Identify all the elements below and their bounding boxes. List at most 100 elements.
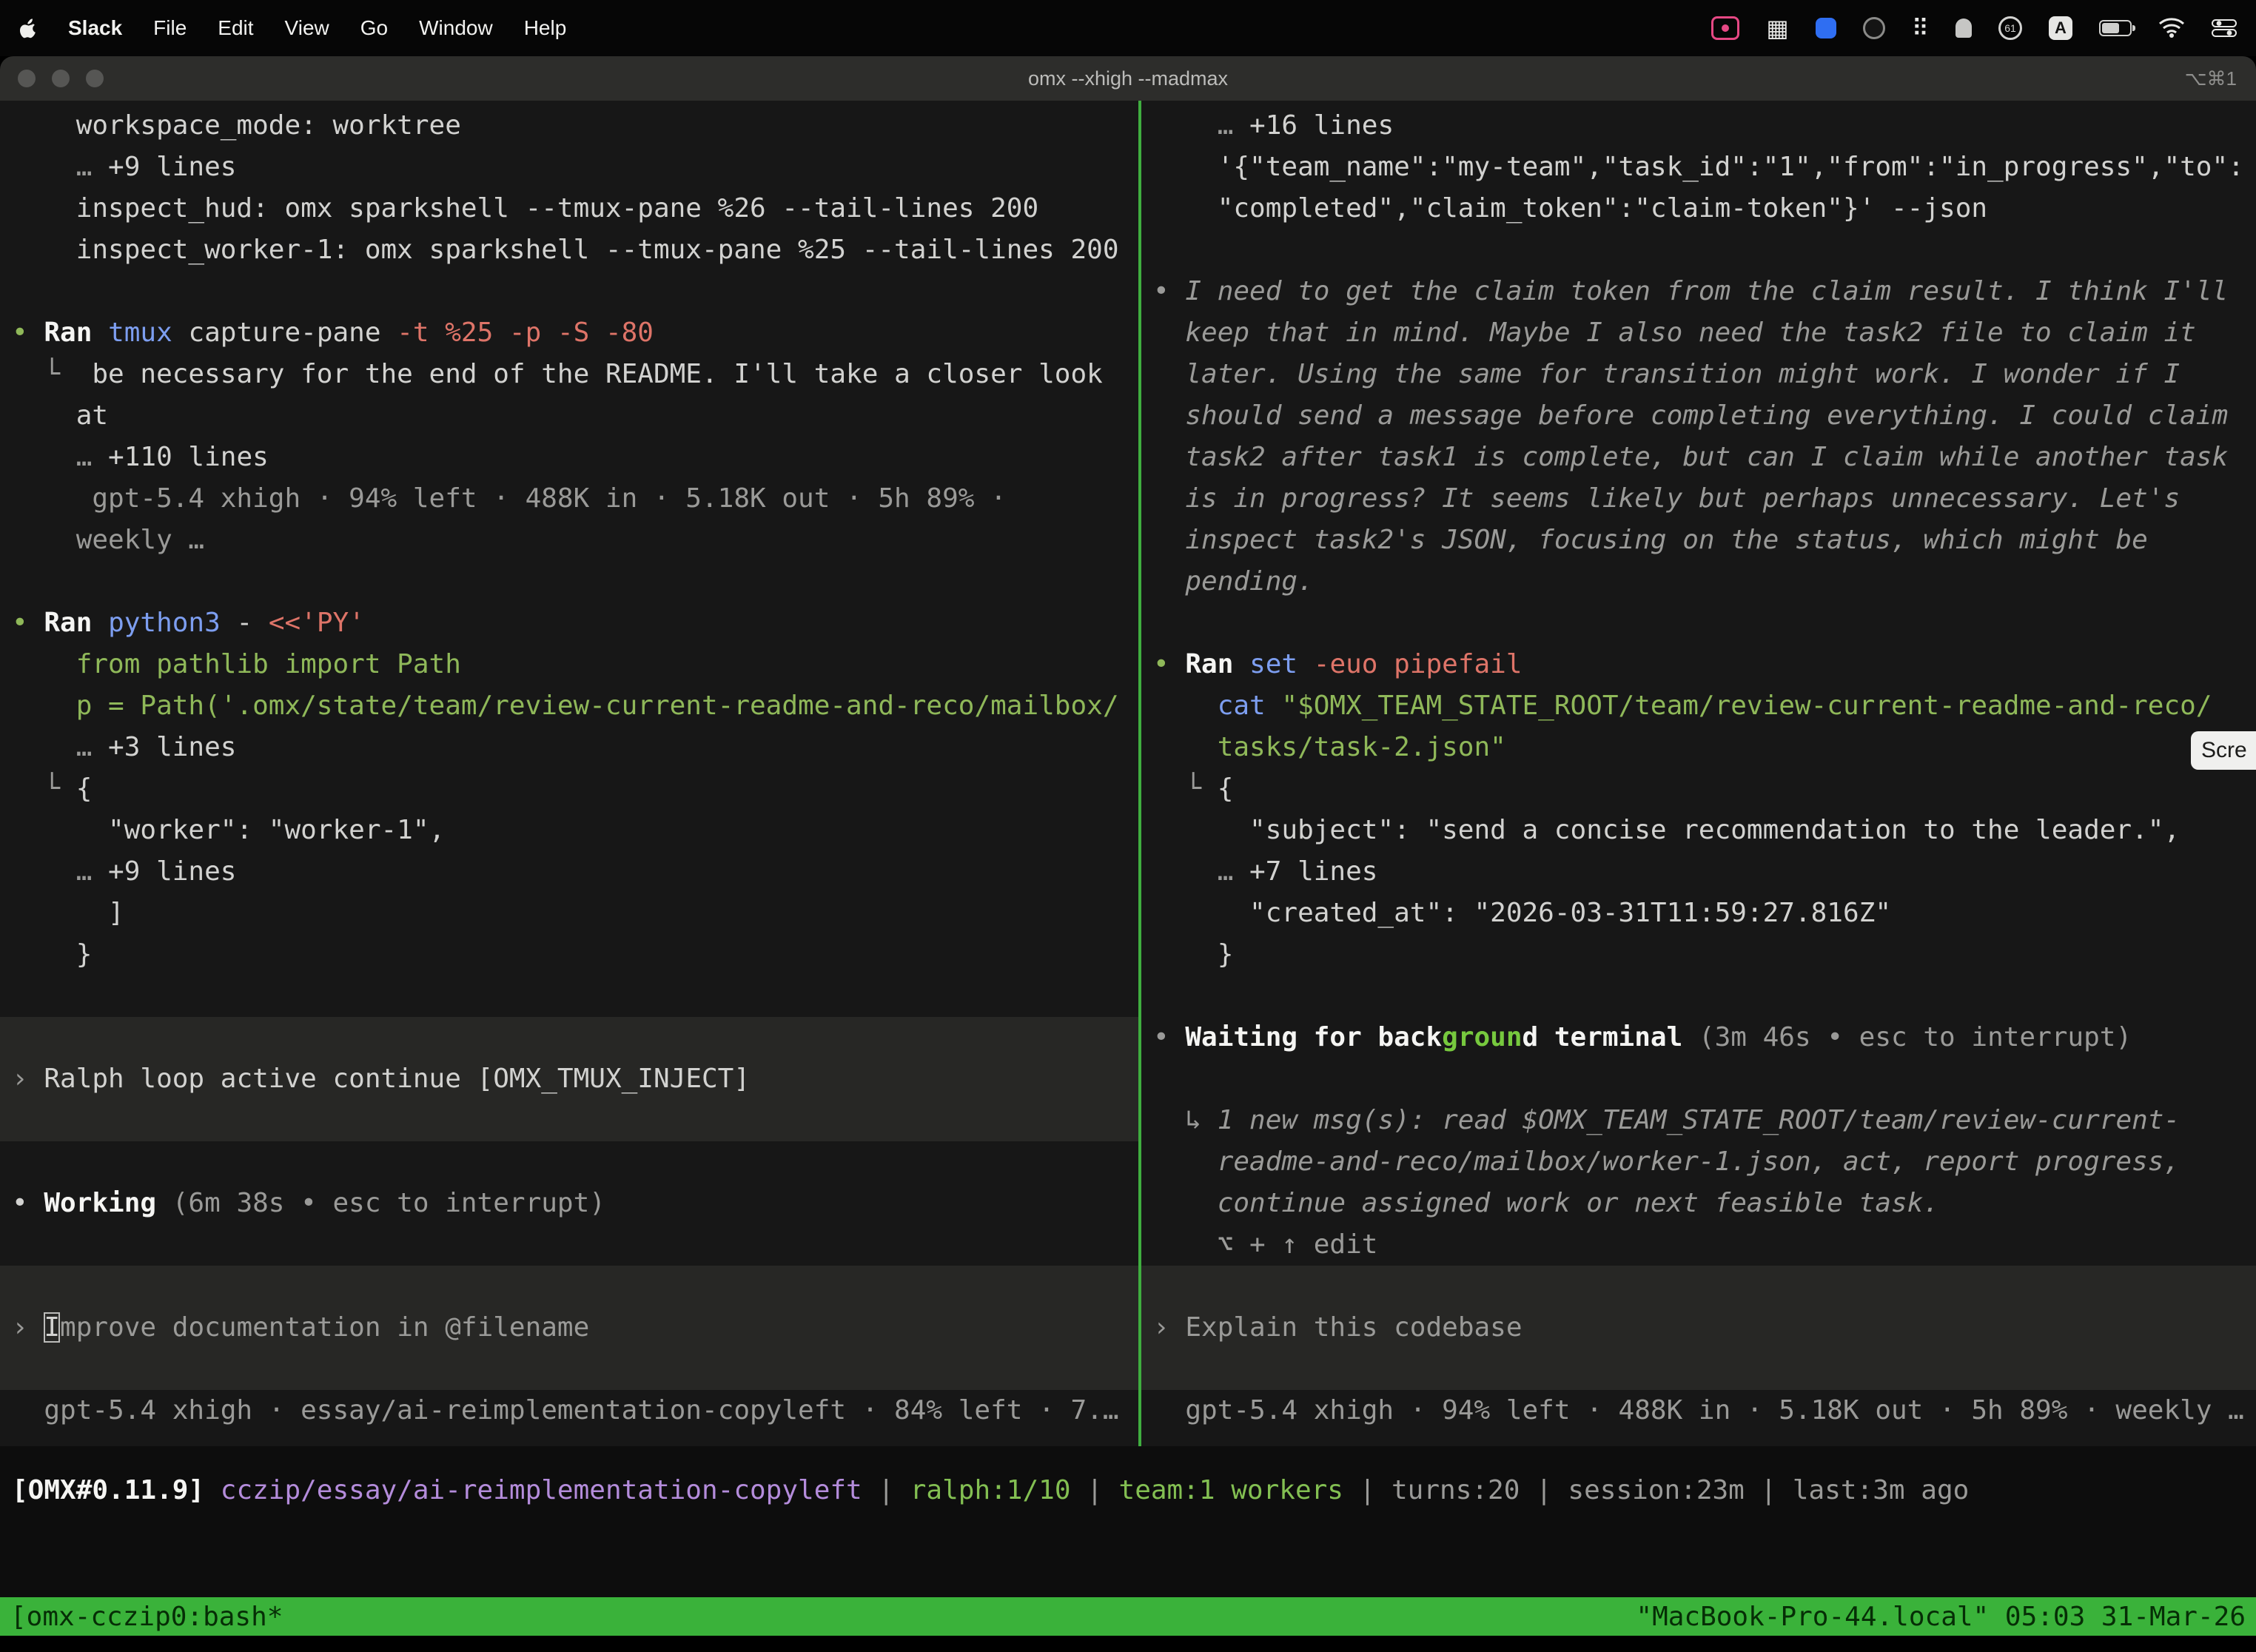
control-center-icon[interactable] <box>2212 19 2237 38</box>
text-segment: workspace_mode: worktree <box>12 110 461 141</box>
apple-menu-icon[interactable] <box>19 18 37 38</box>
terminal-line: } <box>12 934 1138 976</box>
close-button[interactable] <box>18 70 36 87</box>
text-segment: d terminal <box>1523 1022 1699 1052</box>
text-segment: cat <box>1153 691 1281 721</box>
text-segment: { <box>1218 773 1234 804</box>
text-segment: inspect_hud: omx sparkshell --tmux-pane … <box>12 193 1038 224</box>
dots-grid-icon[interactable]: ⠿ <box>1912 16 1929 40</box>
terminal-line: '{"team_name":"my-team","task_id":"1","f… <box>1153 147 2256 188</box>
terminal-line: • Working (6m 38s • esc to interrupt) <box>12 1183 1138 1224</box>
left-terminal-pane[interactable]: workspace_mode: worktree … +9 lines insp… <box>0 101 1138 1446</box>
terminal-line: ↳ 1 new msg(s): read $OMX_TEAM_STATE_ROO… <box>1153 1100 2256 1141</box>
menu-item-help[interactable]: Help <box>524 16 567 40</box>
text-segment: is in progress? It seems likely but perh… <box>1153 483 2180 514</box>
terminal-line: • Waiting for background terminal (3m 46… <box>1153 1017 2256 1058</box>
terminal-line <box>12 1141 1138 1183</box>
terminal-line: • Ran python3 - <<'PY' <box>12 602 1138 644</box>
text-segment: '{"team_name":"my-team","task_id":"1","f… <box>1153 152 2244 182</box>
active-app-name[interactable]: Slack <box>68 16 122 40</box>
battery-icon[interactable] <box>2099 20 2132 36</box>
terminal-line: "subject": "send a concise recommendatio… <box>1153 810 2256 851</box>
circular-gauge-icon[interactable]: 61 <box>1998 16 2022 40</box>
terminal-line: tasks/task-2.json" <box>1153 727 2256 768</box>
screen-recording-indicator-icon[interactable] <box>1711 16 1739 40</box>
text-segment: Ralph loop active continue [OMX_TMUX_INJ… <box>44 1064 750 1094</box>
tmux-host-clock-label: "MacBook-Pro-44.local" 05:03 31-Mar-26 <box>1636 1602 2246 1632</box>
text-segment: • <box>1153 649 1185 679</box>
terminal-line: gpt-5.4 xhigh · 94% left · 488K in · 5.1… <box>1153 1390 2256 1431</box>
prompt-band[interactable]: › Improve documentation in @filename <box>0 1266 1138 1390</box>
terminal-line: workspace_mode: worktree <box>12 105 1138 147</box>
terminal-line: "created_at": "2026-03-31T11:59:27.816Z" <box>1153 893 2256 934</box>
text-segment: gpt-5.4 xhigh · 94% left · 488K in · 5.1… <box>1153 1395 2244 1426</box>
text-segment: -euo pipefail <box>1314 649 1523 679</box>
text-segment: mprove documentation in @filename <box>60 1312 589 1343</box>
text-segment: └ <box>1153 773 1218 804</box>
screen-share-popup[interactable]: Scre <box>2191 731 2256 770</box>
menu-item-go[interactable]: Go <box>360 16 388 40</box>
zoom-button[interactable] <box>86 70 104 87</box>
text-segment: ] <box>12 898 124 928</box>
macos-menu-bar: Slack File Edit View Go Window Help ▦ ⠿ … <box>0 0 2256 56</box>
raycast-icon[interactable] <box>1816 18 1836 38</box>
terminal-line: from pathlib import Path <box>12 644 1138 685</box>
tmux-session-label: [omx-cczip0:bash* <box>10 1602 283 1632</box>
terminal-line: • Ran tmux capture-pane -t %25 -p -S -80 <box>12 312 1138 354</box>
terminal-line: gpt-5.4 xhigh · essay/ai-reimplementatio… <box>12 1390 1138 1431</box>
input-source-icon[interactable]: A <box>2049 16 2072 40</box>
terminal-line: is in progress? It seems likely but perh… <box>1153 478 2256 520</box>
text-segment: keep that in mind. Maybe I also need the… <box>1153 318 2196 348</box>
terminal-line: "worker": "worker-1", <box>12 810 1138 851</box>
wifi-icon[interactable] <box>2158 18 2185 38</box>
text-segment: inspect task2's JSON, focusing on the st… <box>1153 525 2148 555</box>
text-segment: Ran <box>44 318 108 348</box>
terminal-line: … +7 lines <box>1153 851 2256 893</box>
terminal-line: … +3 lines <box>12 727 1138 768</box>
text-segment: - <box>236 608 268 638</box>
text-segment: • <box>1153 276 1185 306</box>
terminal-line: [OMX#0.11.9] cczip/essay/ai-reimplementa… <box>12 1470 2256 1511</box>
text-segment: ralph:1/10 <box>910 1475 1071 1505</box>
text-segment: "subject": "send a concise recommendatio… <box>1153 815 2180 845</box>
minimize-button[interactable] <box>52 70 70 87</box>
text-segment: | <box>1520 1475 1568 1505</box>
terminal-line: "completed","claim_token":"claim-token"}… <box>1153 188 2256 229</box>
terminal-line: p = Path('.omx/state/team/review-current… <box>12 685 1138 727</box>
text-segment: I need to get the claim token from the c… <box>1185 276 2228 306</box>
text-segment: } <box>1153 939 1233 970</box>
terminal-line <box>12 1224 1138 1266</box>
text-segment: … <box>12 856 108 887</box>
text-segment: python3 <box>108 608 236 638</box>
menu-item-window[interactable]: Window <box>419 16 493 40</box>
text-segment: later. Using the same for transition mig… <box>1153 359 2180 389</box>
prompt-band[interactable]: › Ralph loop active continue [OMX_TMUX_I… <box>0 1017 1138 1141</box>
text-segment: +9 lines <box>108 856 236 887</box>
menu-item-view[interactable]: View <box>285 16 329 40</box>
window-title-bar[interactable]: omx --xhigh --madmax ⌥⌘1 <box>0 56 2256 101</box>
text-segment: | <box>1343 1475 1391 1505</box>
text-segment: Waiting for back <box>1185 1022 1442 1052</box>
text-segment: inspect_worker-1: omx sparkshell --tmux-… <box>12 235 1119 265</box>
terminal-line <box>1153 602 2256 644</box>
text-segment: | <box>1745 1475 1793 1505</box>
text-segment: cczip/essay/ai-reimplementation-copyleft <box>221 1475 862 1505</box>
prompt-band[interactable]: › Explain this codebase <box>1141 1266 2256 1390</box>
window-controls <box>18 56 104 101</box>
text-segment: … <box>1153 110 1249 141</box>
terminal-line: › Explain this codebase <box>1153 1307 2256 1349</box>
terminal-line: └ be necessary for the end of the README… <box>12 354 1138 395</box>
terminal-line: continue assigned work or next feasible … <box>1153 1183 2256 1224</box>
terminal-line: later. Using the same for transition mig… <box>1153 354 2256 395</box>
window-tiles-icon[interactable]: ▦ <box>1766 16 1788 40</box>
menu-item-edit[interactable]: Edit <box>218 16 253 40</box>
terminal-line: • Ran set -euo pipefail <box>1153 644 2256 685</box>
ghost-app-icon[interactable] <box>1955 19 1972 38</box>
text-segment: <<'PY' <box>269 608 365 638</box>
dark-app-circle-icon[interactable] <box>1863 17 1885 39</box>
terminal-line: at <box>12 395 1138 437</box>
terminal-line: gpt-5.4 xhigh · 94% left · 488K in · 5.1… <box>12 478 1138 520</box>
menu-item-file[interactable]: File <box>153 16 187 40</box>
text-segment: { <box>76 773 93 804</box>
right-terminal-pane[interactable]: … +16 lines '{"team_name":"my-team","tas… <box>1141 101 2256 1446</box>
